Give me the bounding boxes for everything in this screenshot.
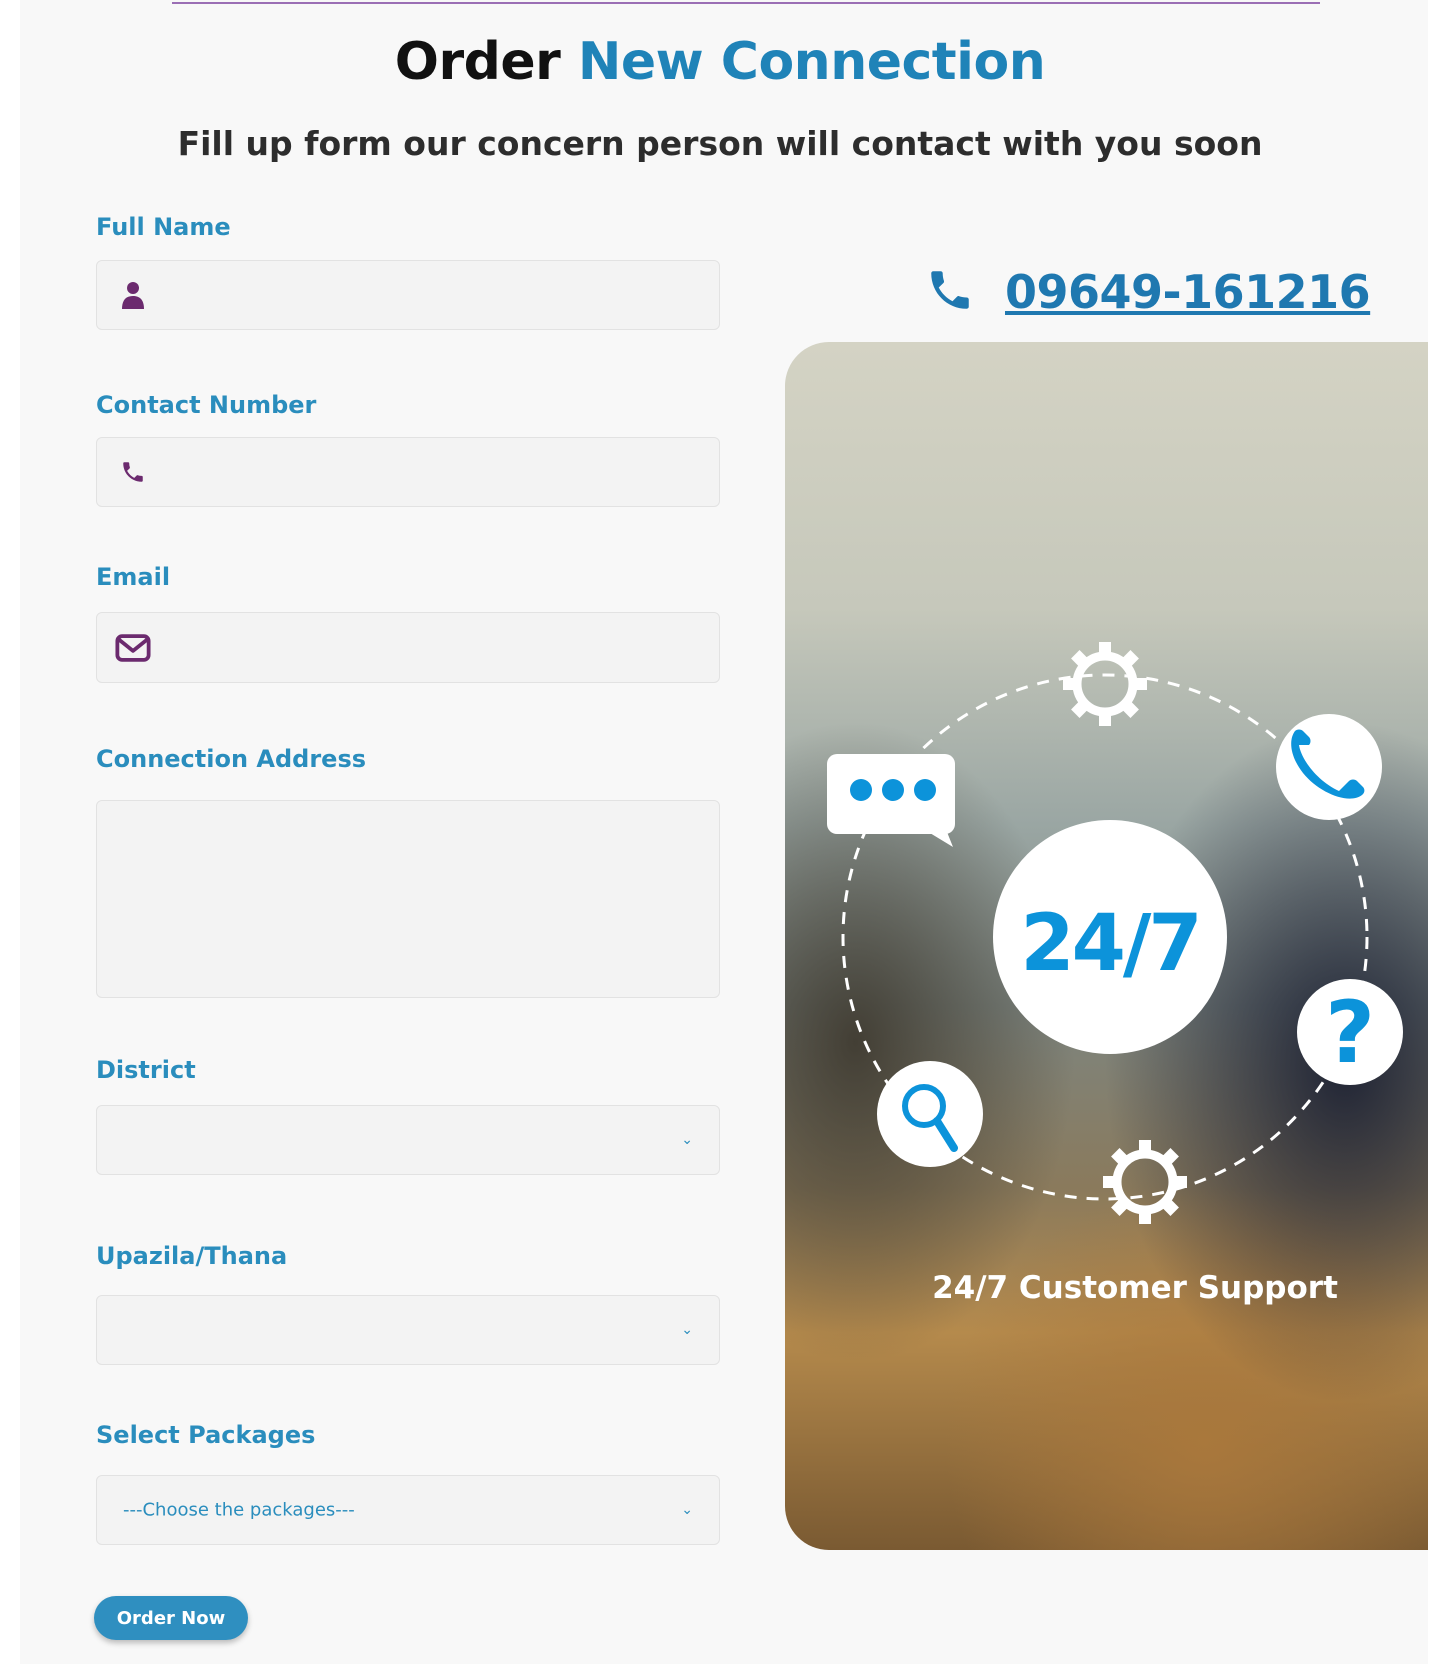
title-part-2: New Connection <box>577 32 1046 92</box>
packages-select[interactable]: ---Choose the packages--- ⌄ <box>96 1475 720 1545</box>
district-select[interactable]: ⌄ <box>96 1105 720 1175</box>
page-subtitle: Fill up form our concern person will con… <box>177 124 1263 163</box>
support-caption: 24/7 Customer Support <box>932 1270 1338 1306</box>
phone-icon <box>115 454 151 490</box>
hotline: 09649-161216 <box>925 262 1371 322</box>
email-field[interactable] <box>96 612 720 683</box>
question-icon: ? <box>1297 979 1403 1085</box>
full-name-field[interactable] <box>96 260 720 330</box>
chevron-down-icon: ⌄ <box>681 1322 693 1338</box>
gear-icon <box>1103 1140 1187 1224</box>
full-name-label: Full Name <box>96 213 231 241</box>
top-divider <box>172 2 1320 4</box>
svg-text:?: ? <box>1325 983 1375 1083</box>
packages-label: Select Packages <box>96 1421 316 1449</box>
contact-number-label: Contact Number <box>96 391 317 419</box>
upazila-select[interactable]: ⌄ <box>96 1295 720 1365</box>
badge-text: 24/7 <box>1020 899 1199 989</box>
connection-address-label: Connection Address <box>96 745 367 773</box>
title-part-1: Order <box>394 32 561 92</box>
packages-selected-value: ---Choose the packages--- <box>123 1499 355 1521</box>
connection-address-field[interactable] <box>96 800 720 998</box>
gear-icon <box>1063 642 1147 726</box>
upazila-label: Upazila/Thana <box>96 1242 288 1270</box>
chat-bubble-icon <box>827 754 955 847</box>
contact-number-field[interactable] <box>96 437 720 507</box>
order-now-button[interactable]: Order Now <box>94 1596 248 1640</box>
envelope-icon <box>115 630 151 666</box>
user-icon <box>115 277 151 313</box>
full-name-input[interactable] <box>167 261 709 329</box>
connection-address-input[interactable] <box>111 813 709 997</box>
contact-number-input[interactable] <box>167 438 709 506</box>
chevron-down-icon: ⌄ <box>681 1132 693 1148</box>
hotline-number-link[interactable]: 09649-161216 <box>1005 265 1371 319</box>
email-label: Email <box>96 563 171 591</box>
district-label: District <box>96 1056 196 1084</box>
support-247-badge: 24/7 <box>993 820 1227 1054</box>
email-input[interactable] <box>167 613 709 682</box>
page-title: Order New Connection <box>0 32 1440 92</box>
phone-icon <box>1276 714 1382 820</box>
chevron-down-icon: ⌄ <box>681 1502 693 1518</box>
phone-icon <box>925 262 975 322</box>
support-graphic: 24/7 ? <box>827 642 1403 1224</box>
search-icon <box>877 1061 983 1167</box>
